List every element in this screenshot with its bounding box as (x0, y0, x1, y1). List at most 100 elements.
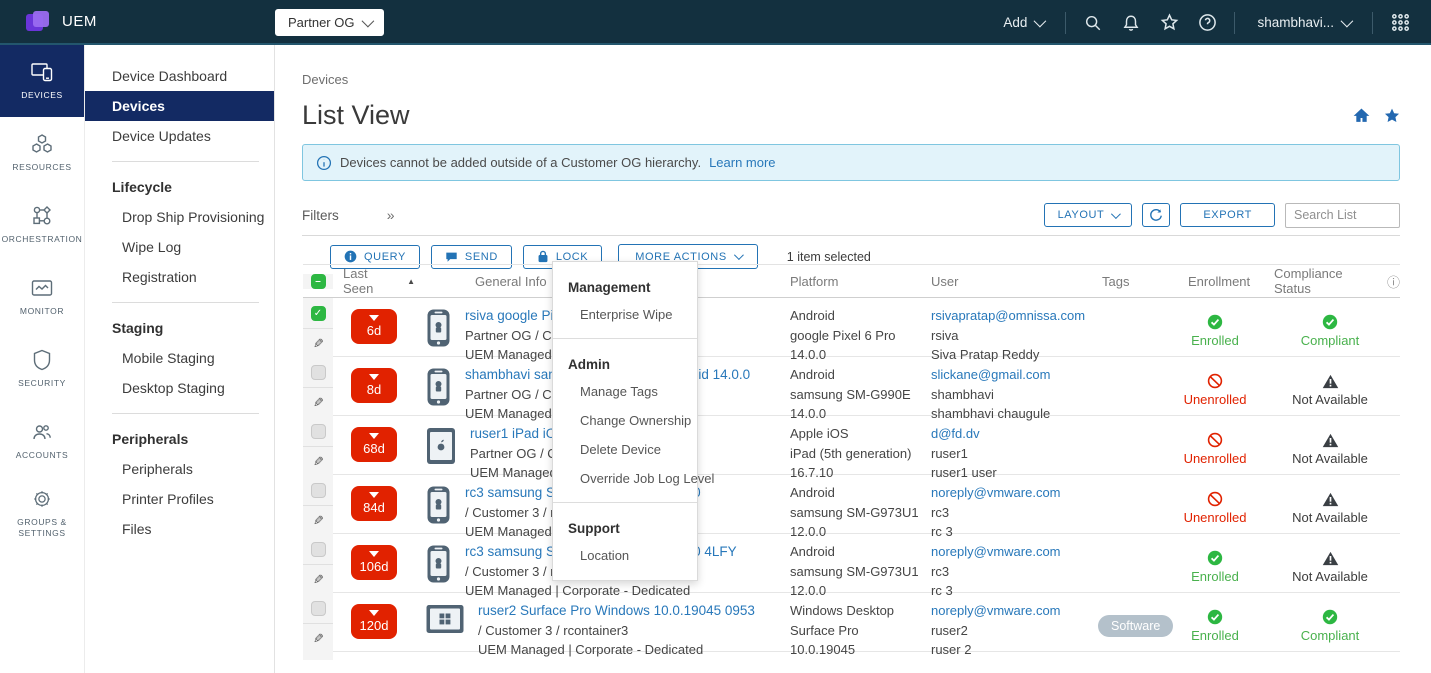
table-row: ✎ 68d ruser1 iPad iOS 16.7.10 Partner OG… (303, 416, 1400, 475)
sidebar-item-security[interactable]: SECURITY (0, 333, 84, 405)
row-select-cell: ✎ (303, 475, 333, 542)
user-email-link[interactable]: d@fd.dv (931, 426, 980, 441)
column-header-last-seen[interactable]: Last Seen▲ (333, 266, 415, 296)
divider (303, 623, 333, 624)
add-menu-button[interactable]: Add (989, 15, 1057, 30)
subnav-item-printer-profiles[interactable]: Printer Profiles (85, 484, 274, 514)
learn-more-link[interactable]: Learn more (709, 155, 775, 170)
og-selector-button[interactable]: Partner OG (275, 9, 384, 36)
username-label: shambhavi... (1257, 15, 1334, 30)
layout-button[interactable]: LAYOUT (1044, 203, 1133, 227)
general-info-cell: ruser2 Surface Pro Windows 10.0.19045 09… (415, 593, 780, 660)
subnav-item-devices[interactable]: Devices (85, 91, 274, 121)
user-menu-button[interactable]: shambhavi... (1243, 15, 1364, 30)
chevron-down-icon (1034, 15, 1047, 28)
row-checkbox[interactable] (311, 424, 326, 439)
app-grid-icon[interactable] (1381, 0, 1419, 45)
export-button[interactable]: EXPORT (1180, 203, 1275, 227)
compliance-cell: Not Available (1260, 534, 1400, 601)
divider (303, 328, 333, 329)
table-row: ✎ 8d shambhavi samsung SM-G990E Android … (303, 357, 1400, 416)
user-email-link[interactable]: slickane@gmail.com (931, 367, 1050, 382)
subnav-item-files[interactable]: Files (85, 514, 274, 544)
chevron-down-icon (1111, 209, 1121, 219)
menu-item-override-job-log-level[interactable]: Override Job Log Level (553, 464, 697, 493)
sidebar-item-monitor[interactable]: MONITOR (0, 261, 84, 333)
sidebar-item-devices[interactable]: DEVICES (0, 45, 84, 117)
subnav-item-device-dashboard[interactable]: Device Dashboard (85, 61, 274, 91)
search-icon[interactable] (1074, 0, 1112, 45)
compliance-status: Not Available (1292, 510, 1368, 525)
subnav-item-registration[interactable]: Registration (85, 262, 274, 292)
subnav-item-wipe-log[interactable]: Wipe Log (85, 232, 274, 262)
tags-cell: Software (1090, 593, 1170, 660)
user-email-link[interactable]: noreply@vmware.com (931, 603, 1061, 618)
subnav-item-mobile-staging[interactable]: Mobile Staging (85, 343, 274, 373)
android-phone-icon (425, 367, 452, 407)
divider (1234, 12, 1235, 34)
tags-cell (1090, 475, 1170, 542)
info-filled-icon (344, 250, 357, 263)
subnav-item-peripherals[interactable]: Peripherals (85, 454, 274, 484)
user-email-link[interactable]: noreply@vmware.com (931, 485, 1061, 500)
row-checkbox[interactable] (311, 365, 326, 380)
list-toolbar: LAYOUT EXPORT (1044, 203, 1400, 228)
edit-pencil-icon[interactable]: ✎ (313, 336, 324, 352)
warning-triangle-icon (1322, 551, 1339, 566)
select-all-checkbox[interactable]: – (311, 274, 326, 289)
last-seen-cell: 120d (333, 593, 415, 660)
brand-logo[interactable]: UEM (0, 11, 200, 33)
refresh-button[interactable] (1142, 203, 1170, 227)
help-icon[interactable] (1188, 0, 1226, 45)
resources-icon (30, 133, 54, 155)
edit-pencil-icon[interactable]: ✎ (313, 572, 324, 588)
enrollment-status: Enrolled (1191, 628, 1239, 643)
table-row: ✎ 120d ruser2 Surface Pro Windows 10.0.1… (303, 593, 1400, 652)
filters-expand-icon[interactable]: » (387, 207, 395, 223)
menu-item-manage-tags[interactable]: Manage Tags (553, 377, 697, 406)
sidebar-item-accounts[interactable]: ACCOUNTS (0, 405, 84, 477)
search-list-input[interactable] (1285, 203, 1400, 228)
user-email-link[interactable]: noreply@vmware.com (931, 544, 1061, 559)
sidebar-item-groups-settings[interactable]: GROUPS & SETTINGS (0, 477, 84, 549)
more-actions-menu: Management Enterprise Wipe Admin Manage … (552, 261, 698, 581)
main-content: Devices List View Devices cannot be adde… (275, 45, 1431, 673)
edit-pencil-icon[interactable]: ✎ (313, 631, 324, 647)
favorites-star-icon[interactable] (1150, 0, 1188, 45)
row-checkbox[interactable]: ✓ (311, 306, 326, 321)
sidebar-item-orchestration[interactable]: ORCHESTRATION (0, 189, 84, 261)
menu-item-delete-device[interactable]: Delete Device (553, 435, 697, 464)
subnav-item-device-updates[interactable]: Device Updates (85, 121, 274, 151)
caret-down-icon (369, 315, 379, 321)
row-checkbox[interactable] (311, 601, 326, 616)
notifications-bell-icon[interactable] (1112, 0, 1150, 45)
row-checkbox[interactable] (311, 542, 326, 557)
edit-pencil-icon[interactable]: ✎ (313, 513, 324, 529)
device-name-link[interactable]: ruser2 Surface Pro Windows 10.0.19045 09… (478, 603, 755, 618)
rail-label: ACCOUNTS (16, 450, 69, 461)
subnav-item-desktop-staging[interactable]: Desktop Staging (85, 373, 274, 403)
rail-label: DEVICES (21, 90, 63, 101)
row-checkbox[interactable] (311, 483, 326, 498)
user-email-link[interactable]: rsivapratap@omnissa.com (931, 308, 1085, 323)
subnav-header-staging: Staging (85, 313, 274, 343)
sidebar-item-resources[interactable]: RESOURCES (0, 117, 84, 189)
menu-item-change-ownership[interactable]: Change Ownership (553, 406, 697, 435)
caret-down-icon (369, 610, 379, 616)
enrollment-cell: Enrolled (1170, 298, 1260, 365)
subnav-item-drop-ship-provisioning[interactable]: Drop Ship Provisioning (85, 202, 274, 232)
favorite-star-icon[interactable] (1383, 107, 1401, 125)
menu-item-location[interactable]: Location (553, 541, 697, 570)
enrollment-cell: Unenrolled (1170, 475, 1260, 542)
home-icon[interactable] (1353, 107, 1370, 124)
edit-pencil-icon[interactable]: ✎ (313, 454, 324, 470)
edit-pencil-icon[interactable]: ✎ (313, 395, 324, 411)
filters-toggle[interactable]: Filters (302, 208, 339, 223)
menu-item-enterprise-wipe[interactable]: Enterprise Wipe (553, 300, 697, 329)
last-seen-cell: 8d (333, 357, 415, 424)
table-row: ✎ 84d rc3 samsung SM-G973U1 Android 12.0… (303, 475, 1400, 534)
row-select-cell: ✎ (303, 357, 333, 424)
user-cell: noreply@vmware.com ruser2 ruser 2 (920, 593, 1090, 660)
monitor-icon (30, 277, 54, 299)
tags-cell (1090, 357, 1170, 424)
